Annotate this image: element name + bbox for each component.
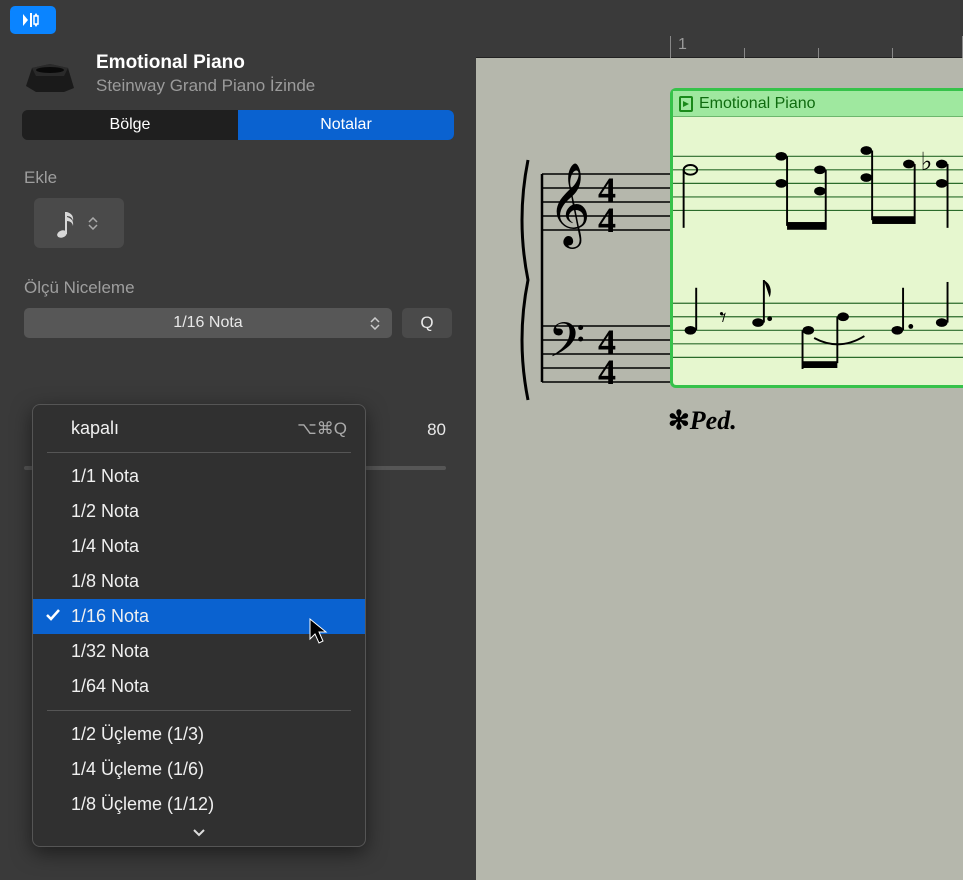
pedal-marking: ✻Ped.: [668, 406, 737, 436]
chevron-down-icon: [88, 224, 98, 230]
region-loop-icon: [679, 96, 693, 112]
catch-playhead-button[interactable]: [10, 6, 56, 34]
quantize-menu-triplet[interactable]: 1/8 Üçleme (1/12): [33, 787, 365, 822]
svg-text:4: 4: [598, 200, 616, 240]
chevron-down-icon: [192, 829, 206, 837]
track-title: Emotional Piano: [96, 52, 454, 74]
inspector-toolbar: [0, 0, 476, 38]
insert-note-popup[interactable]: [34, 198, 124, 248]
region-title: Emotional Piano: [699, 95, 816, 113]
quantize-menu-off[interactable]: kapalı ⌥⌘Q: [33, 411, 365, 446]
quantize-menu-triplet[interactable]: 1/2 Üçleme (1/3): [33, 717, 365, 752]
sixteenth-note-icon: [56, 206, 78, 240]
insert-label: Ekle: [0, 158, 476, 198]
score-notes: ♭ 𝄾: [673, 117, 963, 387]
bar-ruler[interactable]: 1: [476, 0, 963, 58]
quantize-apply-button[interactable]: Q: [402, 308, 452, 338]
region-tab[interactable]: Bölge: [22, 110, 238, 140]
menu-separator: [47, 452, 351, 453]
score-editor[interactable]: 1: [476, 0, 963, 880]
check-icon: [45, 606, 63, 627]
quantize-value-select[interactable]: 1/16 Nota: [24, 308, 392, 338]
ruler-bar-number: 1: [678, 36, 687, 54]
notes-tab[interactable]: Notalar: [238, 110, 454, 140]
chevron-up-icon: [88, 217, 98, 223]
svg-text:𝄢: 𝄢: [548, 314, 585, 379]
track-subtitle: Steinway Grand Piano İzinde: [96, 76, 454, 96]
svg-text:4: 4: [598, 352, 616, 392]
chevron-up-icon: [370, 317, 380, 323]
quantize-off-shortcut: ⌥⌘Q: [297, 419, 347, 439]
quantize-menu-item[interactable]: 1/8 Nota: [33, 564, 365, 599]
quantize-value-text: 1/16 Nota: [173, 314, 242, 332]
cursor-icon: [308, 617, 330, 650]
svg-text:𝄞: 𝄞: [548, 163, 591, 249]
quantize-strength-value[interactable]: 80: [427, 420, 446, 440]
menu-scroll-down[interactable]: [33, 822, 365, 844]
quantize-menu-item[interactable]: 1/4 Nota: [33, 529, 365, 564]
quantize-menu-item[interactable]: 1/1 Nota: [33, 459, 365, 494]
inspector-mode-segmented: Bölge Notalar: [22, 110, 454, 140]
menu-separator: [47, 710, 351, 711]
quantize-menu-item[interactable]: 1/64 Nota: [33, 669, 365, 704]
quantize-menu-triplet[interactable]: 1/4 Üçleme (1/6): [33, 752, 365, 787]
inspector-panel: Emotional Piano Steinway Grand Piano İzi…: [0, 0, 476, 880]
quantize-menu-item[interactable]: 1/2 Nota: [33, 494, 365, 529]
piano-icon: [22, 54, 80, 94]
chevron-down-icon: [370, 324, 380, 330]
quantize-label: Ölçü Niceleme: [0, 268, 476, 308]
svg-text:𝄾: 𝄾: [719, 302, 726, 332]
midi-region[interactable]: Emotional Piano: [670, 88, 963, 388]
catch-playhead-icon: [20, 11, 46, 29]
track-header: Emotional Piano Steinway Grand Piano İzi…: [0, 38, 476, 110]
svg-text:♭: ♭: [920, 149, 932, 176]
region-header[interactable]: Emotional Piano: [673, 91, 963, 117]
